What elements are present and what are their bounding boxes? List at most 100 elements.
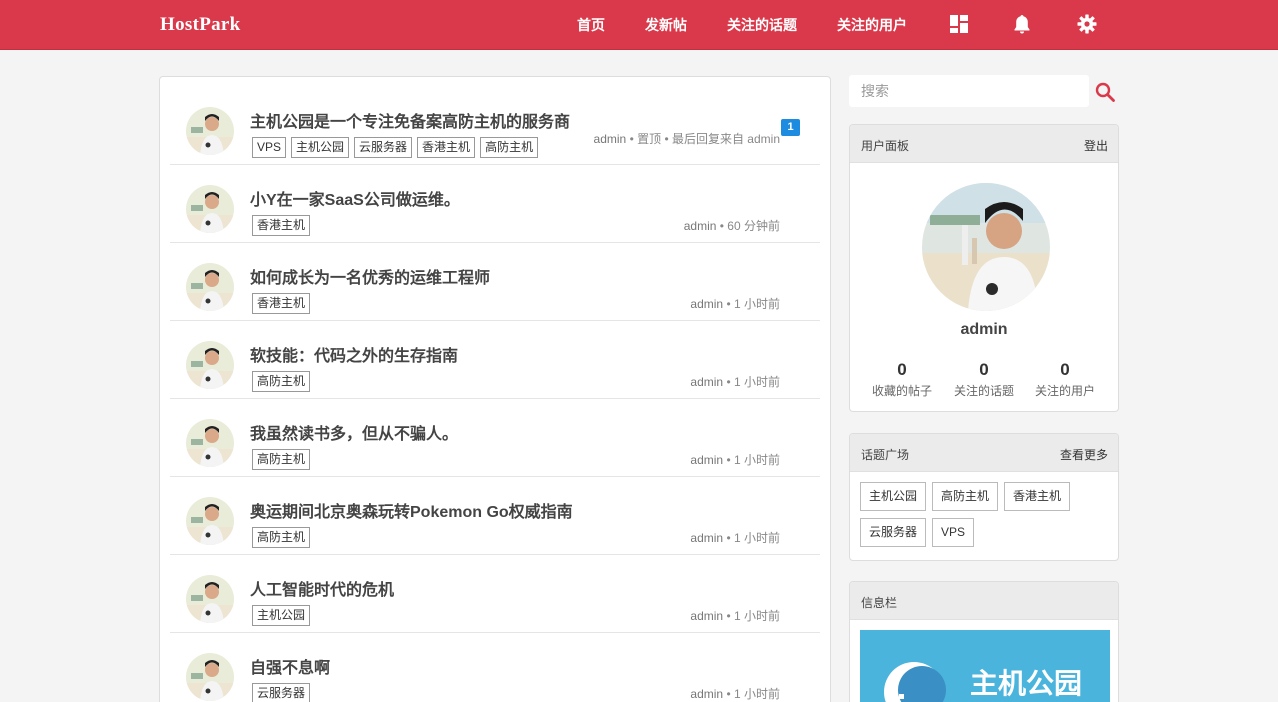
nav-followed-users[interactable]: 关注的用户: [837, 15, 907, 35]
search-input[interactable]: [849, 75, 1089, 107]
topic-title[interactable]: 人工智能时代的危机: [250, 576, 394, 600]
topic-row[interactable]: 自强不息啊 云服务器 admin • 1 小时前: [170, 633, 820, 702]
brand-logo[interactable]: HostPark: [160, 14, 241, 36]
nav-home[interactable]: 首页: [577, 15, 605, 35]
tag[interactable]: 高防主机: [480, 137, 539, 158]
topic-title[interactable]: 小Y在一家SaaS公司做运维。: [250, 186, 460, 210]
tag[interactable]: 高防主机: [252, 371, 311, 392]
tag[interactable]: 云服务器: [252, 683, 311, 702]
search-icon[interactable]: [1094, 81, 1116, 103]
avatar[interactable]: [186, 419, 234, 467]
topic-row[interactable]: 我虽然读书多，但从不骗人。 高防主机 admin • 1 小时前: [170, 399, 820, 477]
topic-title[interactable]: 自强不息啊: [250, 654, 330, 678]
topic-author[interactable]: admin: [690, 687, 723, 701]
topic-square-panel: 话题广场 查看更多 主机公园 高防主机 香港主机 云服务器 VPS: [849, 433, 1119, 561]
top-navbar: HostPark 首页 发新帖 关注的话题 关注的用户: [0, 0, 1278, 50]
topic-title[interactable]: 奥运期间北京奥森玩转Pokemon Go权威指南: [250, 498, 573, 522]
tag-list: 云服务器: [252, 683, 311, 702]
panel-header: 话题广场 查看更多: [850, 434, 1118, 472]
tag-list: 高防主机: [252, 449, 311, 470]
topic-meta: admin • 1 小时前: [690, 373, 780, 390]
topic-title[interactable]: 我虽然读书多，但从不骗人。: [250, 420, 458, 444]
topic-title[interactable]: 软技能：代码之外的生存指南: [250, 342, 458, 366]
tag[interactable]: VPS: [252, 137, 287, 158]
cloud-logo-icon: [884, 662, 946, 702]
stat-followed-topics[interactable]: 0 关注的话题: [939, 360, 1029, 399]
tag[interactable]: 云服务器: [354, 137, 413, 158]
view-more-link[interactable]: 查看更多: [1060, 446, 1108, 463]
topic-author[interactable]: admin: [690, 375, 723, 389]
topic-meta: admin • 60 分钟前: [684, 217, 780, 234]
panel-header: 信息栏: [850, 582, 1118, 620]
topic-tag-list: 主机公园 高防主机 香港主机 云服务器 VPS: [860, 482, 1110, 547]
avatar[interactable]: [186, 575, 234, 623]
logout-link[interactable]: 登出: [1084, 137, 1108, 154]
tag[interactable]: 香港主机: [417, 137, 476, 158]
topic-author[interactable]: admin: [690, 297, 723, 311]
topic-info: • 1 小时前: [723, 609, 780, 623]
topic-tag[interactable]: 云服务器: [860, 518, 927, 547]
tag-list: 香港主机: [252, 215, 311, 236]
stat-favorites[interactable]: 0 收藏的帖子: [857, 360, 947, 399]
topic-tag[interactable]: 主机公园: [860, 482, 927, 511]
panel-title: 话题广场: [861, 448, 910, 462]
avatar[interactable]: [186, 497, 234, 545]
tag[interactable]: 香港主机: [252, 293, 311, 314]
topic-title[interactable]: 主机公园是一个专注免备案高防主机的服务商: [250, 108, 570, 132]
stat-value: 0: [979, 360, 989, 379]
topic-row[interactable]: 奥运期间北京奥森玩转Pokemon Go权威指南 高防主机 admin • 1 …: [170, 477, 820, 555]
avatar[interactable]: [186, 341, 234, 389]
username[interactable]: admin: [850, 321, 1118, 339]
info-banner[interactable]: 主机公园: [860, 630, 1110, 702]
topic-meta: admin • 1 小时前: [690, 529, 780, 546]
topic-meta: admin • 置顶 • 最后回复来自 admin: [594, 130, 780, 147]
panel-title: 用户面板: [861, 139, 910, 153]
tag[interactable]: 高防主机: [252, 527, 311, 548]
topic-info: • 1 小时前: [723, 375, 780, 389]
topic-author[interactable]: admin: [690, 609, 723, 623]
topic-tag[interactable]: VPS: [932, 518, 975, 547]
topic-row[interactable]: 软技能：代码之外的生存指南 高防主机 admin • 1 小时前: [170, 321, 820, 399]
tag[interactable]: 高防主机: [252, 449, 311, 470]
stat-label: 关注的话题: [953, 384, 1014, 398]
topic-meta: admin • 1 小时前: [690, 685, 780, 702]
nav-followed-topics[interactable]: 关注的话题: [727, 15, 797, 35]
topic-meta: admin • 1 小时前: [690, 607, 780, 624]
stat-value: 0: [1060, 360, 1070, 379]
tag[interactable]: 香港主机: [252, 215, 311, 236]
avatar[interactable]: [186, 263, 234, 311]
avatar[interactable]: [186, 185, 234, 233]
stat-followed-users[interactable]: 0 关注的用户: [1020, 360, 1110, 399]
tag[interactable]: 主机公园: [291, 137, 350, 158]
topic-list: 主机公园是一个专注免备案高防主机的服务商 VPS 主机公园 云服务器 香港主机 …: [159, 76, 831, 702]
topic-info: • 1 小时前: [723, 297, 780, 311]
avatar[interactable]: [186, 653, 234, 701]
bell-icon[interactable]: [1012, 14, 1032, 34]
topic-row[interactable]: 如何成长为一名优秀的运维工程师 香港主机 admin • 1 小时前: [170, 243, 820, 321]
tag[interactable]: 主机公园: [252, 605, 311, 626]
avatar[interactable]: [186, 107, 234, 155]
topic-author[interactable]: admin: [690, 453, 723, 467]
topic-author[interactable]: admin: [684, 219, 717, 233]
gear-icon[interactable]: [1077, 14, 1097, 34]
topic-title[interactable]: 如何成长为一名优秀的运维工程师: [250, 264, 490, 288]
topic-row[interactable]: 人工智能时代的危机 主机公园 admin • 1 小时前: [170, 555, 820, 633]
topic-author[interactable]: admin: [690, 531, 723, 545]
nav-new-post[interactable]: 发新帖: [645, 15, 687, 35]
topic-info: • 1 小时前: [723, 531, 780, 545]
stat-label: 收藏的帖子: [871, 384, 932, 398]
reply-count-badge: 1: [781, 119, 800, 136]
tag-list: 高防主机: [252, 527, 311, 548]
topic-author[interactable]: admin: [594, 132, 627, 146]
dashboard-icon[interactable]: [949, 14, 969, 34]
topic-tag[interactable]: 香港主机: [1004, 482, 1071, 511]
topic-row[interactable]: 小Y在一家SaaS公司做运维。 香港主机 admin • 60 分钟前: [170, 165, 820, 243]
avatar[interactable]: [922, 183, 1050, 311]
user-panel: 用户面板 登出 admin 0 收藏的帖子 0 关注的话题 0 关注的用户: [849, 124, 1119, 412]
topic-meta: admin • 1 小时前: [690, 451, 780, 468]
tag-list: VPS 主机公园 云服务器 香港主机 高防主机: [252, 137, 539, 158]
tag-list: 香港主机: [252, 293, 311, 314]
topic-info: • 60 分钟前: [716, 219, 780, 233]
topic-tag[interactable]: 高防主机: [932, 482, 999, 511]
topic-row[interactable]: 主机公园是一个专注免备案高防主机的服务商 VPS 主机公园 云服务器 香港主机 …: [170, 87, 820, 165]
